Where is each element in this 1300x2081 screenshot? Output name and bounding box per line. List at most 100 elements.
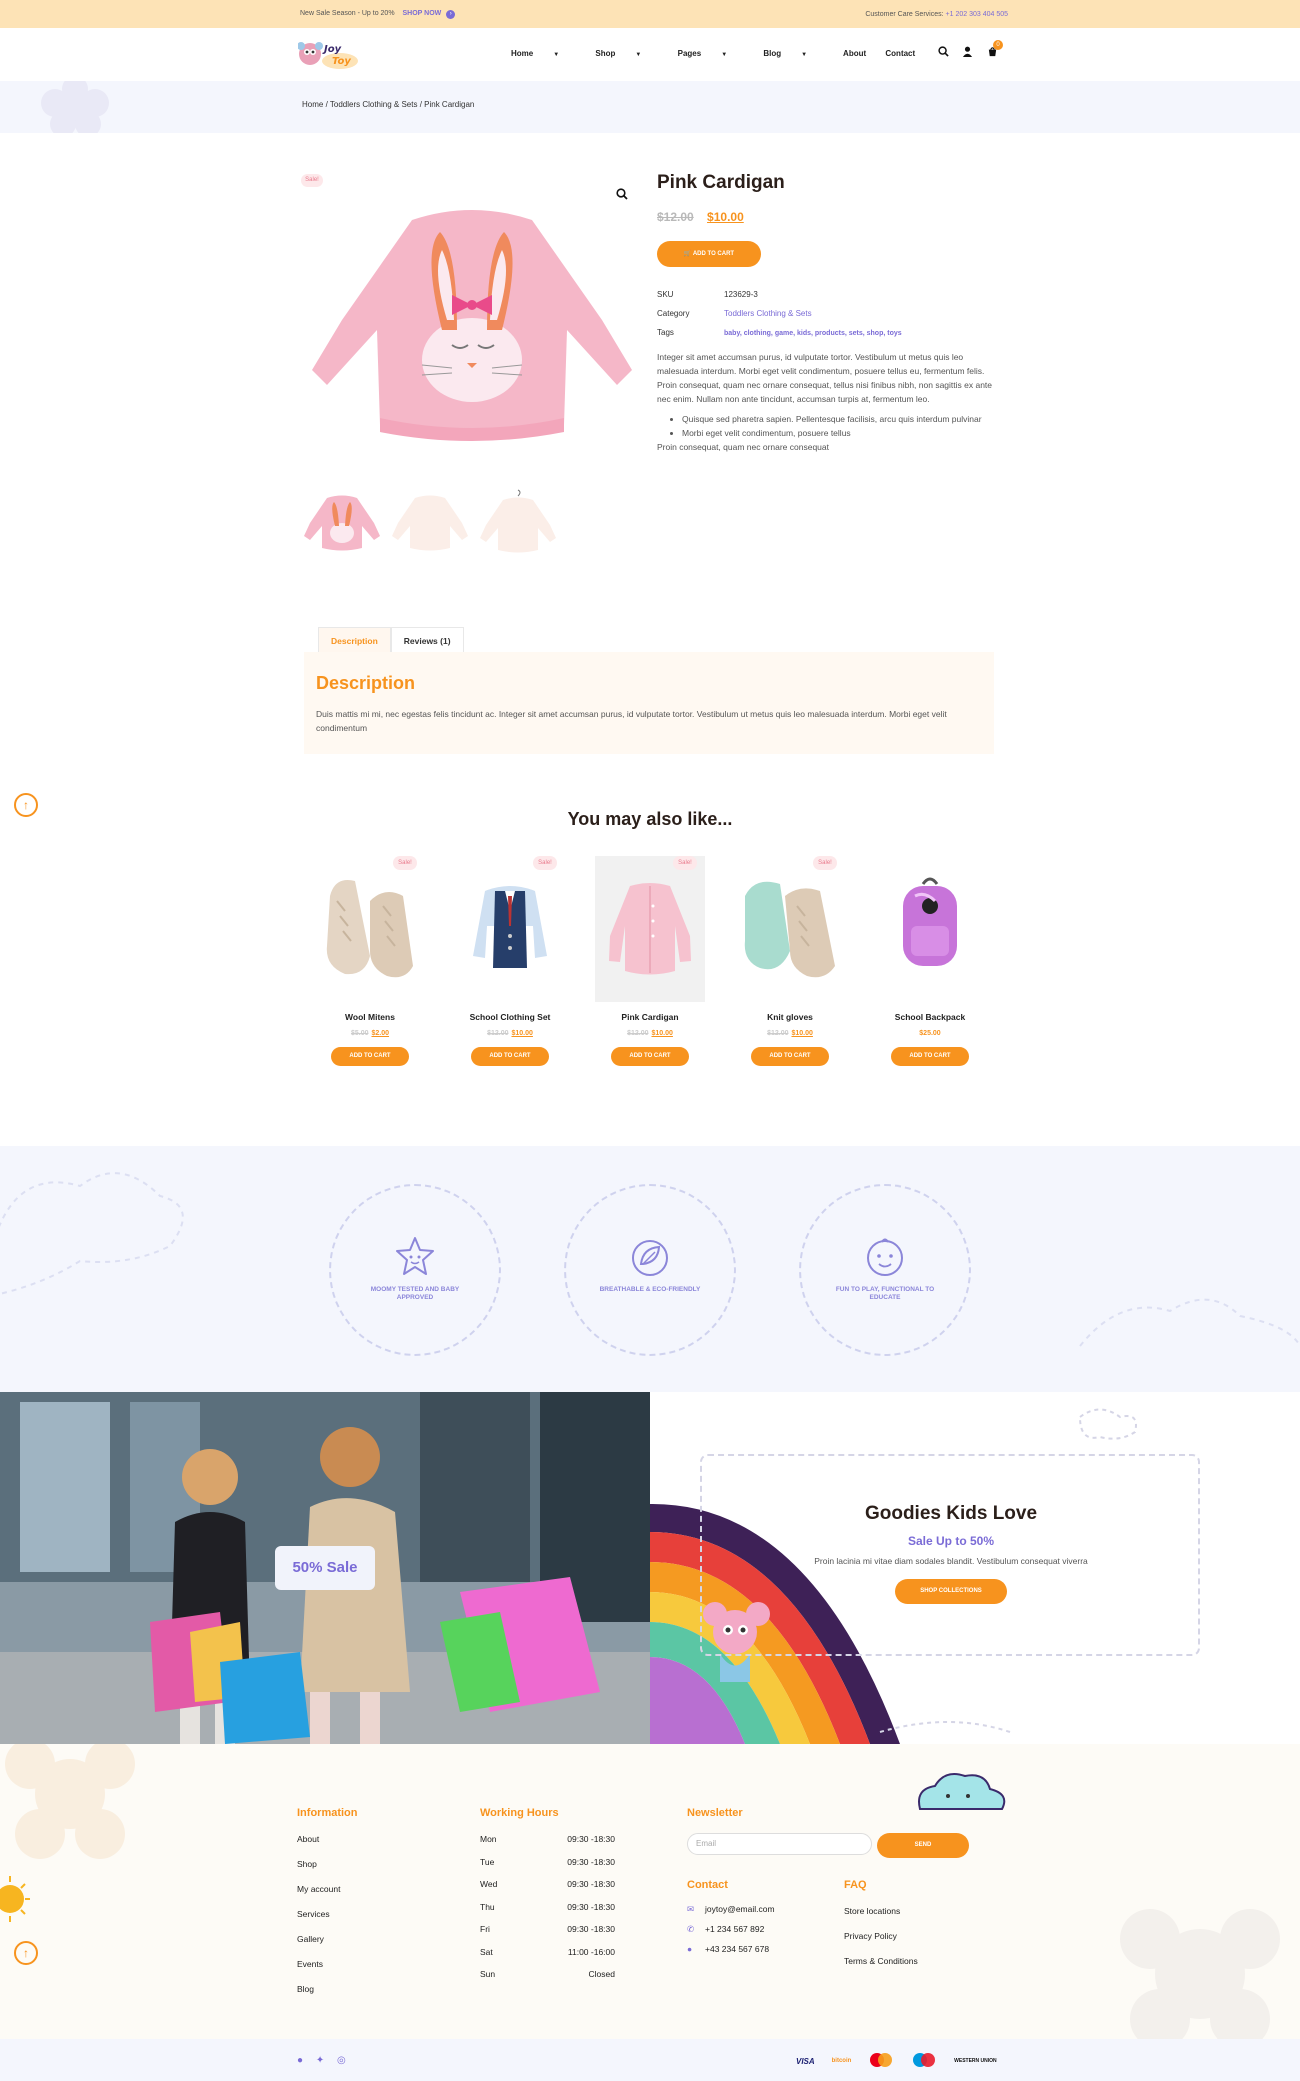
tags-row: Tags baby, clothing, game, kids, products… <box>657 323 902 343</box>
description-text: Duis mattis mi mi, nec egestas felis tin… <box>316 709 947 733</box>
logo-text-top: Joy <box>322 44 342 55</box>
product-card-price: $5.00 $2.00 <box>315 1030 425 1037</box>
contact-email-row[interactable]: ✉ joytoy@email.com <box>687 1899 775 1919</box>
product-card-image[interactable]: Sale! <box>315 856 425 1002</box>
product-thumbnail-1[interactable] <box>302 488 382 558</box>
sale-announcement: New Sale Season - Up to 20% SHOP NOW › <box>300 10 456 19</box>
feature-text: BREATHABLE & ECO-FRIENDLY <box>599 1286 701 1293</box>
site-footer <box>0 1744 1300 2039</box>
add-to-cart-button[interactable]: ADD TO CART <box>751 1047 829 1066</box>
tags-links[interactable]: baby, clothing, game, kids, products, se… <box>724 330 902 337</box>
related-heading: You may also like... <box>567 809 733 829</box>
hours-row: Sun Closed <box>480 1963 615 1986</box>
hours-row: Wed 09:30 -18:30 <box>480 1873 615 1896</box>
product-card[interactable]: Sale! School Clothing Set $12.00 $10.00 A… <box>455 856 565 1086</box>
footer-link-shop[interactable]: Shop <box>297 1852 340 1877</box>
product-card-title[interactable]: School Backpack <box>875 1012 985 1022</box>
footer-link-about[interactable]: About <box>297 1827 340 1852</box>
nav-about[interactable]: About <box>843 49 866 58</box>
arrow-right-icon[interactable]: › <box>446 10 456 19</box>
product-card[interactable]: Sale! Wool Mitens $5.00 $2.00 ADD TO CART <box>315 856 425 1086</box>
contact-chat-row[interactable]: ● +43 234 567 678 <box>687 1939 775 1959</box>
add-to-cart-button[interactable]: ADD TO CART <box>891 1047 969 1066</box>
baby-face-icon <box>801 1234 969 1280</box>
scroll-top-icon[interactable]: ↑ <box>14 1941 38 1965</box>
newsletter-email-input[interactable]: Email <box>687 1833 872 1855</box>
contact-phone-row[interactable]: ✆ +1 234 567 892 <box>687 1919 775 1939</box>
footer-link-blog[interactable]: Blog <box>297 1977 340 2002</box>
hours-time: 11:00 -16:00 <box>567 1946 615 1957</box>
category-link[interactable]: Toddlers Clothing & Sets <box>724 309 812 318</box>
product-thumbnail-3[interactable] <box>478 488 558 558</box>
sale-badge: Sale! <box>301 174 323 187</box>
sale-announcement-text: New Sale Season - Up to 20% <box>300 10 395 17</box>
hours-time: 09:30 -18:30 <box>567 1879 615 1889</box>
twitter-icon[interactable]: ✦ <box>316 2055 324 2066</box>
hours-row: Thu 09:30 -18:30 <box>480 1896 615 1919</box>
add-to-cart-button[interactable]: ADD TO CART <box>471 1047 549 1066</box>
sale-badge: Sale! <box>533 856 557 870</box>
user-icon[interactable] <box>962 46 973 60</box>
mastercard-icon <box>868 2053 894 2069</box>
features-section: MOOMY TESTED AND BABY APPROVED BREATHABL… <box>0 1146 1300 1392</box>
newsletter-send-button[interactable]: SEND <box>877 1833 969 1858</box>
search-icon[interactable] <box>938 46 949 60</box>
newsletter-heading: Newsletter <box>687 1807 743 1819</box>
star-smile-icon <box>331 1234 499 1280</box>
hours-time: 09:30 -18:30 <box>567 1901 615 1912</box>
feature-badge: BREATHABLE & ECO-FRIENDLY <box>564 1184 736 1356</box>
facebook-icon[interactable]: ● <box>297 2055 303 2066</box>
product-card-title[interactable]: School Clothing Set <box>455 1012 565 1022</box>
shop-now-link[interactable]: SHOP NOW <box>403 10 442 17</box>
hours-day: Sat <box>480 1946 493 1957</box>
sale-price: $10.00 <box>791 1030 813 1037</box>
product-card-price: $12.00 $10.00 <box>735 1030 845 1037</box>
footer-link-gallery[interactable]: Gallery <box>297 1927 340 1952</box>
footer-link-my-account[interactable]: My account <box>297 1877 340 1902</box>
product-thumbnail-2[interactable] <box>390 488 470 558</box>
product-card-title[interactable]: Pink Cardigan <box>595 1012 705 1022</box>
zoom-icon[interactable] <box>616 188 628 203</box>
customer-care: Customer Care Services: +1 202 303 404 5… <box>865 11 1008 18</box>
site-logo[interactable]: Joy Toy <box>297 36 362 72</box>
promo-heading: Goodies Kids Love <box>864 1503 1038 1524</box>
nav-pages[interactable]: Pages ▼ <box>678 49 745 58</box>
instagram-icon[interactable]: ◎ <box>337 2055 346 2066</box>
product-card-image[interactable]: Sale! <box>455 856 565 1002</box>
tab-description[interactable]: Description <box>318 627 391 653</box>
hours-time: 09:30 -18:30 <box>567 1834 615 1844</box>
nav-home[interactable]: Home ▼ <box>511 49 576 58</box>
shop-collections-button[interactable]: SHOP COLLECTIONS <box>895 1579 1007 1604</box>
description-heading: Description <box>316 673 416 693</box>
short-description-tail: Proin consequat, quam nec ornare consequ… <box>657 442 830 452</box>
product-card-image[interactable]: Sale! <box>595 856 705 1002</box>
product-card[interactable]: School Backpack $25.00 ADD TO CART <box>875 856 985 1086</box>
main-nav: Home ▼ Shop ▼ Pages ▼ Blog ▼ About Contact <box>511 49 932 58</box>
product-card-image[interactable]: Sale! <box>735 856 845 1002</box>
product-card-title[interactable]: Knit gloves <box>735 1012 845 1022</box>
product-card-title[interactable]: Wool Mitens <box>315 1012 425 1022</box>
faq-links: Store locations Privacy Policy Terms & C… <box>844 1899 918 1974</box>
product-card[interactable]: Sale! Knit gloves $12.00 $10.00 ADD TO CA… <box>735 856 845 1086</box>
add-to-cart-button[interactable]: 🛒 ADD TO CART <box>657 241 761 267</box>
nav-blog[interactable]: Blog ▼ <box>763 49 824 58</box>
footer-link-terms[interactable]: Terms & Conditions <box>844 1949 918 1974</box>
contact-phone: +1 234 567 892 <box>705 1924 765 1934</box>
nav-shop[interactable]: Shop ▼ <box>595 49 658 58</box>
sku-label: SKU <box>657 290 674 299</box>
footer-link-store-locations[interactable]: Store locations <box>844 1899 918 1924</box>
tab-reviews[interactable]: Reviews (1) <box>390 627 464 653</box>
footer-link-services[interactable]: Services <box>297 1902 340 1927</box>
footer-link-events[interactable]: Events <box>297 1952 340 1977</box>
add-to-cart-button[interactable]: ADD TO CART <box>331 1047 409 1066</box>
add-to-cart-button[interactable]: ADD TO CART <box>611 1047 689 1066</box>
customer-care-phone[interactable]: +1 202 303 404 505 <box>946 11 1008 18</box>
product-card[interactable]: Sale! Pink Cardigan $12.00 $10.00 ADD TO … <box>595 856 705 1086</box>
maestro-icon <box>911 2053 937 2069</box>
footer-link-privacy-policy[interactable]: Privacy Policy <box>844 1924 918 1949</box>
top-announcement-bar: New Sale Season - Up to 20% SHOP NOW › C… <box>0 0 1300 28</box>
product-card-image[interactable] <box>875 856 985 1002</box>
nav-contact[interactable]: Contact <box>885 49 915 58</box>
old-price: $12.00 <box>627 1030 649 1037</box>
product-main-image[interactable] <box>302 170 642 480</box>
